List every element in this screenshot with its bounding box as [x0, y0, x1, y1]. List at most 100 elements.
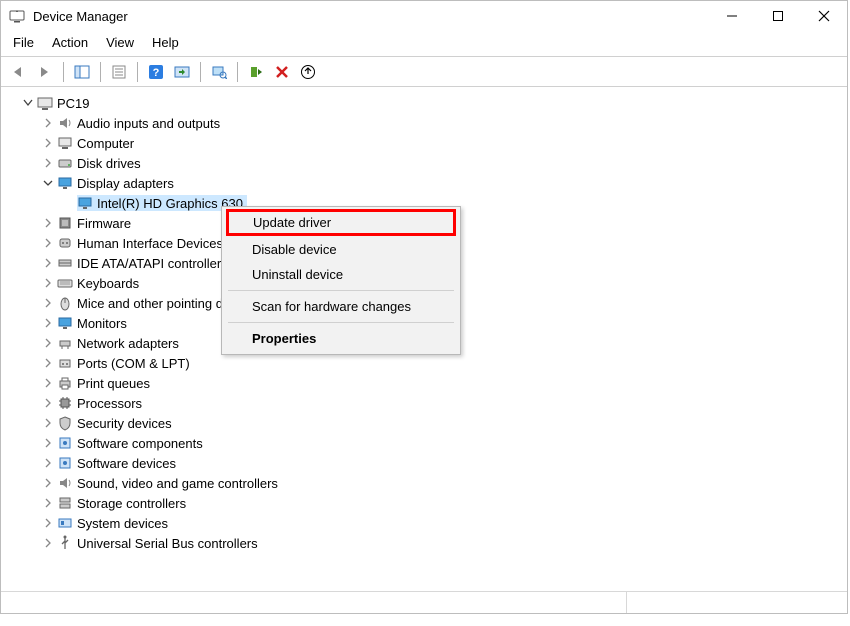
tree-category-label: Monitors	[77, 316, 127, 331]
show-hide-tree-button[interactable]	[70, 61, 94, 83]
tree-category[interactable]: Ports (COM & LPT)	[9, 353, 847, 373]
ctx-properties[interactable]: Properties	[224, 326, 458, 351]
scan-hardware-button[interactable]	[207, 61, 231, 83]
tree-category[interactable]: System devices	[9, 513, 847, 533]
ctx-separator	[228, 290, 454, 291]
toolbar-separator	[137, 62, 138, 82]
toolbar-separator	[237, 62, 238, 82]
chevron-right-icon[interactable]	[41, 516, 55, 530]
status-bar	[1, 591, 847, 613]
tree-category-label: Audio inputs and outputs	[77, 116, 220, 131]
menu-bar: File Action View Help	[1, 31, 847, 57]
chevron-right-icon[interactable]	[41, 536, 55, 550]
category-icon	[57, 255, 73, 271]
category-icon	[57, 275, 73, 291]
update-driver-button[interactable]	[296, 61, 320, 83]
window-title: Device Manager	[33, 9, 709, 24]
tree-category-label: Ports (COM & LPT)	[77, 356, 190, 371]
action-button[interactable]	[170, 61, 194, 83]
uninstall-device-button[interactable]	[270, 61, 294, 83]
menu-file[interactable]: File	[13, 35, 34, 50]
tree-category-label: Universal Serial Bus controllers	[77, 536, 258, 551]
chevron-down-icon[interactable]	[21, 96, 35, 110]
chevron-right-icon[interactable]	[41, 256, 55, 270]
tree-root[interactable]: PC19	[9, 93, 847, 113]
chevron-right-icon[interactable]	[41, 356, 55, 370]
tree-category-label: Security devices	[77, 416, 172, 431]
back-button[interactable]	[7, 61, 31, 83]
menu-action[interactable]: Action	[52, 35, 88, 50]
chevron-right-icon[interactable]	[41, 236, 55, 250]
enable-device-button[interactable]	[244, 61, 268, 83]
help-button[interactable]: ?	[144, 61, 168, 83]
app-icon	[9, 8, 25, 24]
tree-category-label: Disk drives	[77, 156, 141, 171]
chevron-right-icon[interactable]	[41, 216, 55, 230]
tree-category[interactable]: Storage controllers	[9, 493, 847, 513]
category-icon	[57, 395, 73, 411]
chevron-right-icon[interactable]	[41, 116, 55, 130]
chevron-right-icon[interactable]	[41, 496, 55, 510]
chevron-right-icon[interactable]	[41, 476, 55, 490]
toolbar-separator	[63, 62, 64, 82]
chevron-right-icon[interactable]	[41, 456, 55, 470]
ctx-scan-hardware[interactable]: Scan for hardware changes	[224, 294, 458, 319]
maximize-button[interactable]	[755, 1, 801, 31]
tree-category[interactable]: Software devices	[9, 453, 847, 473]
chevron-right-icon[interactable]	[41, 376, 55, 390]
chevron-right-icon[interactable]	[41, 276, 55, 290]
tree-category-label: IDE ATA/ATAPI controllers	[77, 256, 228, 271]
category-icon	[57, 215, 73, 231]
tree-category-label: Software devices	[77, 456, 176, 471]
chevron-right-icon[interactable]	[41, 396, 55, 410]
category-icon	[57, 355, 73, 371]
chevron-right-icon[interactable]	[41, 296, 55, 310]
tree-category[interactable]: Security devices	[9, 413, 847, 433]
chevron-right-icon[interactable]	[41, 156, 55, 170]
tree-category-label: Human Interface Devices	[77, 236, 223, 251]
title-bar: Device Manager	[1, 1, 847, 31]
category-icon	[57, 155, 73, 171]
tree-root-label: PC19	[57, 96, 90, 111]
ctx-update-driver[interactable]: Update driver	[226, 209, 456, 236]
chevron-right-icon[interactable]	[41, 436, 55, 450]
minimize-button[interactable]	[709, 1, 755, 31]
category-icon	[57, 495, 73, 511]
properties-button[interactable]	[107, 61, 131, 83]
tree-category[interactable]: Sound, video and game controllers	[9, 473, 847, 493]
category-icon	[57, 415, 73, 431]
status-cell	[1, 592, 627, 613]
chevron-right-icon[interactable]	[41, 316, 55, 330]
tree-category-label: Keyboards	[77, 276, 139, 291]
category-icon	[57, 535, 73, 551]
device-manager-window: Device Manager File Action View Help	[0, 0, 848, 614]
tree-category[interactable]: Software components	[9, 433, 847, 453]
ctx-disable-device[interactable]: Disable device	[224, 237, 458, 262]
tree-category-label: Storage controllers	[77, 496, 186, 511]
menu-view[interactable]: View	[106, 35, 134, 50]
ctx-separator	[228, 322, 454, 323]
tree-category[interactable]: Print queues	[9, 373, 847, 393]
forward-button[interactable]	[33, 61, 57, 83]
tree-category[interactable]: Display adapters	[9, 173, 847, 193]
tree-category[interactable]: Audio inputs and outputs	[9, 113, 847, 133]
ctx-uninstall-device[interactable]: Uninstall device	[224, 262, 458, 287]
tree-category[interactable]: Processors	[9, 393, 847, 413]
category-icon	[57, 235, 73, 251]
close-button[interactable]	[801, 1, 847, 31]
chevron-right-icon[interactable]	[41, 416, 55, 430]
chevron-down-icon[interactable]	[41, 176, 55, 190]
tree-category[interactable]: Disk drives	[9, 153, 847, 173]
category-icon	[57, 115, 73, 131]
tree-category[interactable]: Universal Serial Bus controllers	[9, 533, 847, 553]
tree-category-label: Software components	[77, 436, 203, 451]
menu-help[interactable]: Help	[152, 35, 179, 50]
tree-category[interactable]: Computer	[9, 133, 847, 153]
chevron-right-icon[interactable]	[41, 336, 55, 350]
expander-spacer	[61, 196, 75, 210]
category-icon	[57, 435, 73, 451]
tree-category-label: Processors	[77, 396, 142, 411]
chevron-right-icon[interactable]	[41, 136, 55, 150]
toolbar-separator	[200, 62, 201, 82]
toolbar-separator	[100, 62, 101, 82]
